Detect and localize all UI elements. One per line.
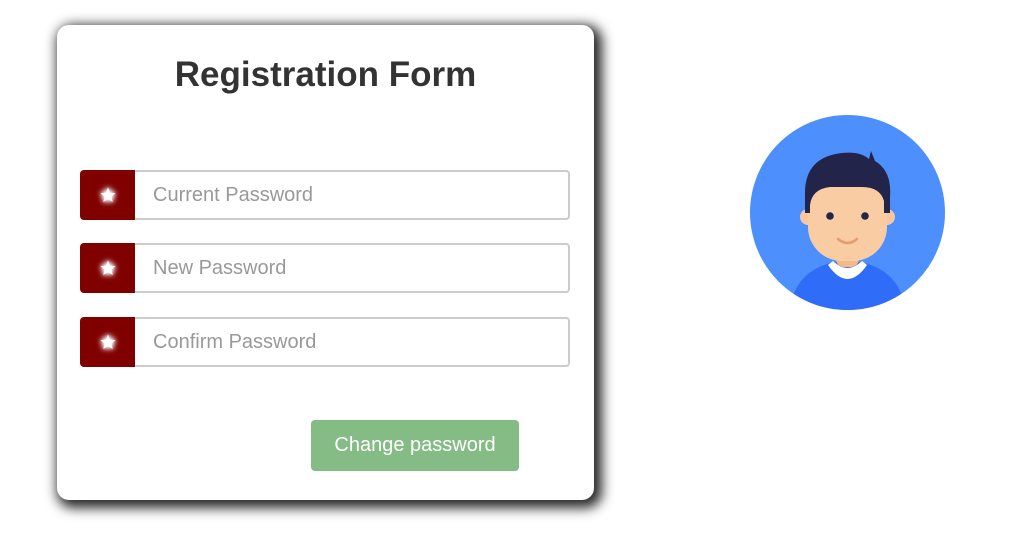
form-title: Registration Form xyxy=(174,55,477,94)
confirm-password-field xyxy=(80,317,570,367)
new-password-field xyxy=(80,243,570,293)
current-password-field xyxy=(80,170,570,220)
star-icon xyxy=(80,170,135,220)
change-password-button[interactable]: Change password xyxy=(311,420,519,471)
registration-form-card: Registration Form Change password xyxy=(57,25,594,500)
user-avatar-icon xyxy=(750,115,945,310)
new-password-input[interactable] xyxy=(135,243,570,293)
confirm-password-input[interactable] xyxy=(135,317,570,367)
star-icon xyxy=(80,243,135,293)
star-icon xyxy=(80,317,135,367)
current-password-input[interactable] xyxy=(135,170,570,220)
